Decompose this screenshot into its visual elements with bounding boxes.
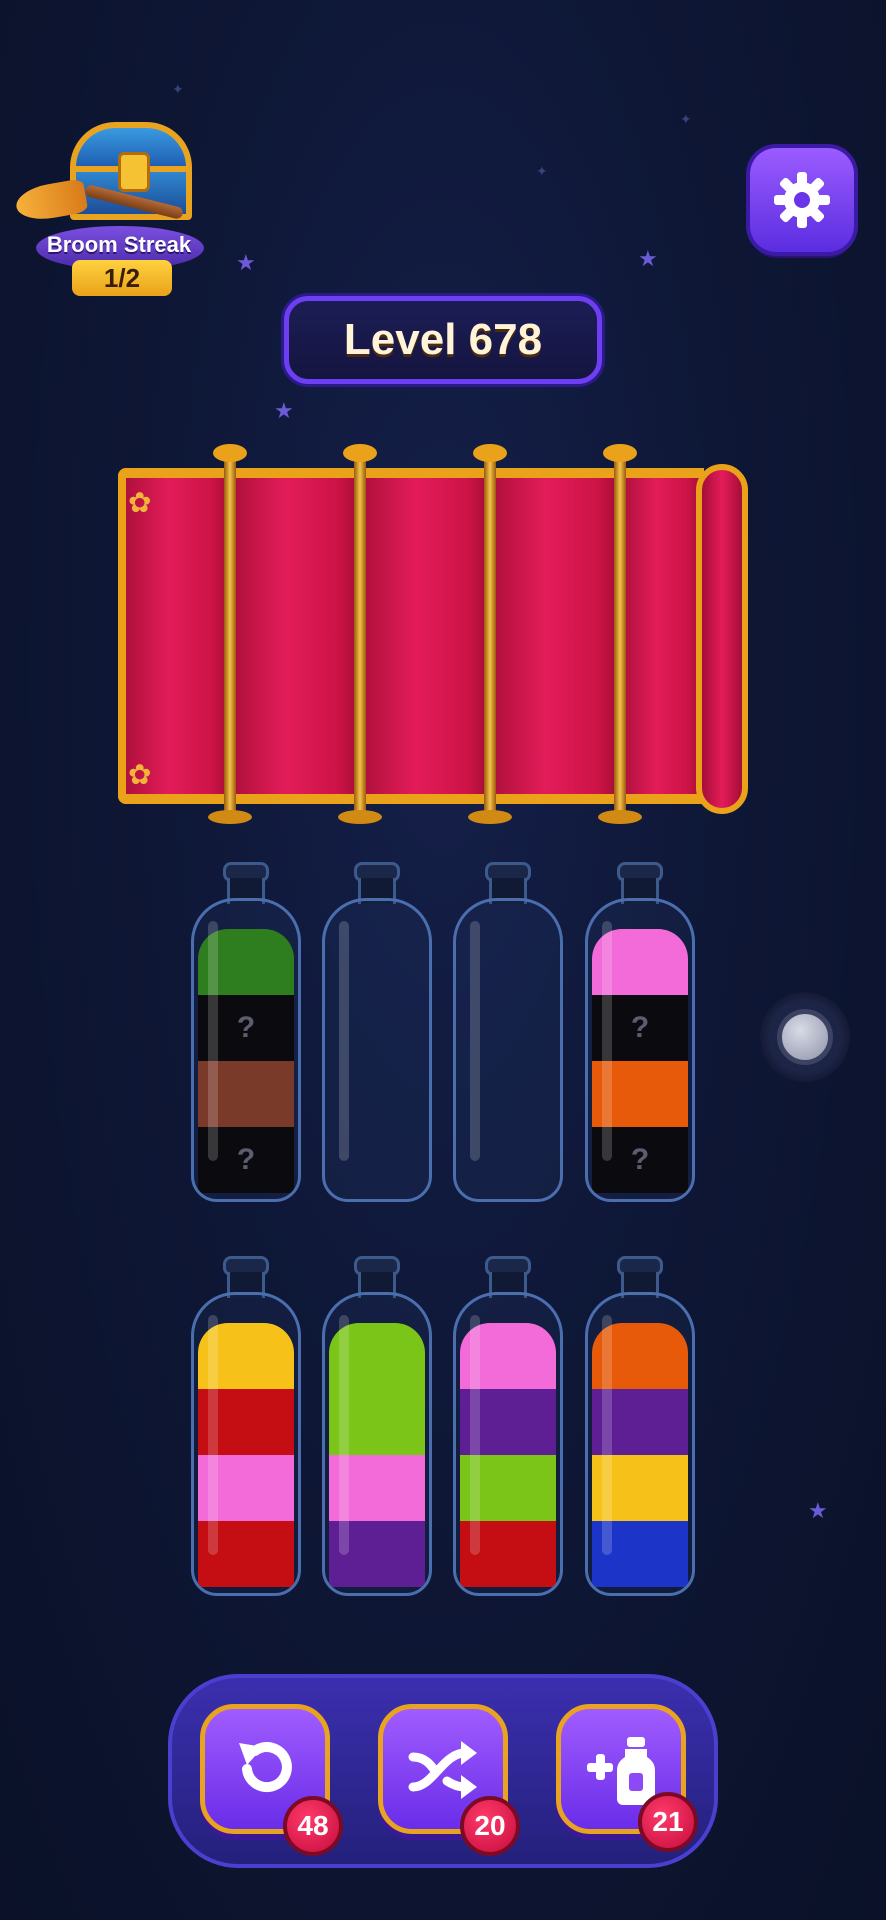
bottle-top-3[interactable] [453, 862, 563, 1202]
gear-icon [774, 172, 830, 228]
level-label: Level 678 [343, 315, 543, 364]
shuffle-icon [408, 1741, 477, 1799]
curtain-reveal: ✿ ✿ [114, 444, 754, 832]
star-decoration: ✦ [680, 111, 692, 127]
star-decoration: ✦ [536, 163, 548, 179]
star-decoration: ★ [236, 250, 256, 275]
side-toggle-button[interactable] [760, 992, 850, 1082]
level-badge: Level 678 [284, 296, 602, 384]
hidden-layer-mark: ? [236, 1011, 256, 1044]
streak-progress: 1/2 [72, 260, 172, 296]
add-bottle-count-badge: 21 [638, 1792, 698, 1852]
hidden-layer-mark: ? [630, 1011, 650, 1044]
bottle-top-1[interactable]: ?? [191, 862, 301, 1202]
shuffle-count-badge: 20 [460, 1796, 520, 1856]
star-decoration: ★ [638, 246, 658, 271]
hidden-layer-mark: ? [630, 1143, 650, 1176]
curtain-scroll-roll [696, 464, 748, 814]
hidden-layer-mark: ? [236, 1143, 256, 1176]
bottle-bottom-4[interactable] [585, 1256, 695, 1596]
ornament-icon: ✿ [128, 759, 152, 790]
star-decoration: ★ [274, 398, 294, 423]
broom-icon [13, 178, 184, 224]
bottle-top-2[interactable] [322, 862, 432, 1202]
undo-count-badge: 48 [283, 1796, 343, 1856]
settings-button[interactable] [750, 148, 854, 252]
bottle-top-4[interactable]: ?? [585, 862, 695, 1202]
bottle-bottom-3[interactable] [453, 1256, 563, 1596]
streak-label: Broom Streak [46, 232, 192, 257]
undo-icon [239, 1742, 292, 1793]
star-decoration: ★ [808, 1498, 828, 1523]
star-decoration: ✦ [172, 81, 184, 97]
bottle-bottom-2[interactable] [322, 1256, 432, 1596]
bottle-bottom-1[interactable] [191, 1256, 301, 1596]
ornament-icon: ✿ [128, 487, 152, 518]
broom-streak-widget[interactable]: Broom Streak 1/2 [13, 118, 209, 303]
